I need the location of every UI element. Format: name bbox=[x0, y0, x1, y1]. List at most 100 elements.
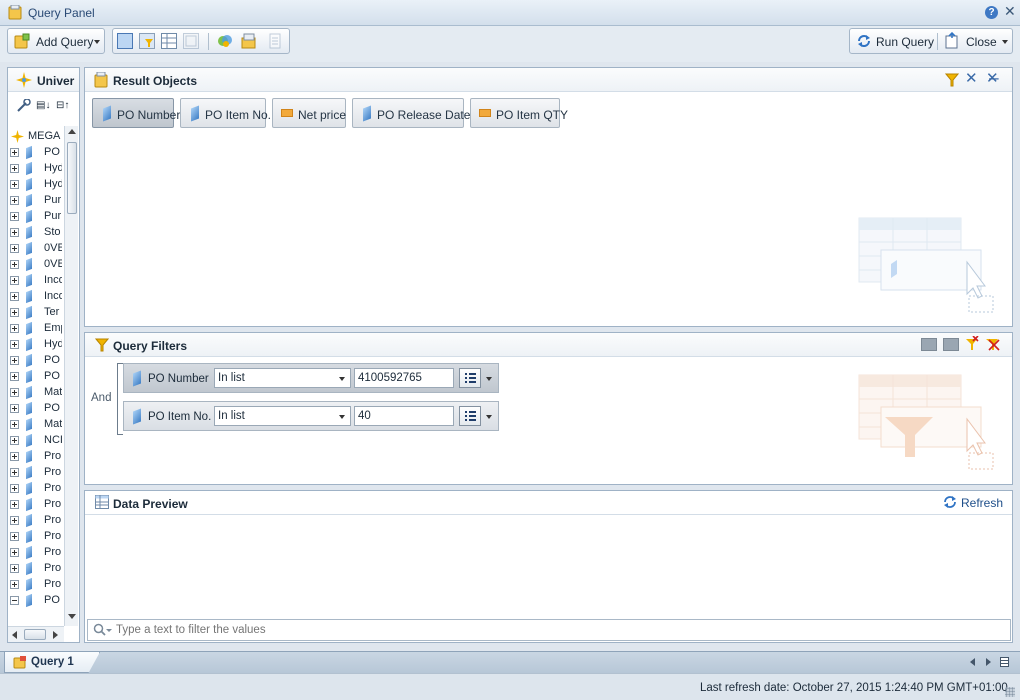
expand-toggle-icon[interactable] bbox=[10, 388, 19, 397]
chevron-down-icon[interactable] bbox=[486, 377, 492, 381]
tree-vertical-scrollbar[interactable] bbox=[64, 126, 78, 626]
tree-item[interactable]: Inco bbox=[8, 288, 62, 304]
run-query-button[interactable]: Run Query bbox=[850, 29, 936, 53]
expand-toggle-icon[interactable] bbox=[10, 356, 19, 365]
expand-toggle-icon[interactable] bbox=[10, 404, 19, 413]
tree-item[interactable]: Emp bbox=[8, 320, 62, 336]
and-operator-label[interactable]: And bbox=[91, 392, 111, 404]
tab-list-icon[interactable] bbox=[1000, 657, 1009, 667]
hscroll-thumb[interactable] bbox=[24, 629, 46, 640]
tree-item[interactable]: Pro bbox=[8, 512, 62, 528]
combined-query-icon[interactable] bbox=[217, 33, 233, 49]
expand-toggle-icon[interactable] bbox=[10, 244, 19, 253]
expand-toggle-icon[interactable] bbox=[10, 532, 19, 541]
expand-toggle-icon[interactable] bbox=[10, 436, 19, 445]
tab-scroll-left-icon[interactable] bbox=[970, 658, 975, 666]
preview-filter-box[interactable] bbox=[87, 619, 1011, 641]
tree-item[interactable]: NCI bbox=[8, 432, 62, 448]
expand-toggle-icon[interactable] bbox=[10, 468, 19, 477]
scrollbar-thumb[interactable] bbox=[67, 142, 77, 214]
tree-item[interactable]: 0VE bbox=[8, 256, 62, 272]
expand-toggle-icon[interactable] bbox=[10, 276, 19, 285]
scope-view-icon[interactable] bbox=[183, 33, 199, 49]
tree-item[interactable]: Pro bbox=[8, 576, 62, 592]
result-object[interactable]: PO Release Date bbox=[352, 98, 470, 128]
expand-collapse-icon[interactable]: ⊟↑ bbox=[56, 100, 72, 112]
expand-toggle-icon[interactable] bbox=[10, 516, 19, 525]
tab-scroll-right-icon[interactable] bbox=[986, 658, 991, 666]
scroll-up-arrow-icon[interactable] bbox=[68, 129, 76, 134]
expand-toggle-icon[interactable] bbox=[10, 292, 19, 301]
expand-toggle-icon[interactable] bbox=[10, 340, 19, 349]
tree-item[interactable]: Hyd bbox=[8, 176, 62, 192]
expand-toggle-icon[interactable] bbox=[10, 452, 19, 461]
remove-filter-icon[interactable] bbox=[965, 335, 979, 352]
result-object[interactable]: PO Item QTY bbox=[470, 98, 568, 128]
tree-item[interactable]: Pur bbox=[8, 192, 62, 208]
tree-item[interactable]: Hyd bbox=[8, 336, 62, 352]
expand-toggle-icon[interactable] bbox=[10, 164, 19, 173]
tree-item[interactable]: Pro bbox=[8, 448, 62, 464]
expand-toggle-icon[interactable] bbox=[10, 228, 19, 237]
expand-toggle-icon[interactable] bbox=[10, 580, 19, 589]
filter-value-field[interactable]: 4100592765 bbox=[354, 368, 454, 388]
expand-toggle-icon[interactable] bbox=[10, 500, 19, 509]
tree-item[interactable]: Pro bbox=[8, 544, 62, 560]
tree-item[interactable]: Sto bbox=[8, 224, 62, 240]
tree-item[interactable]: Pur bbox=[8, 208, 62, 224]
expand-toggle-icon[interactable] bbox=[10, 180, 19, 189]
expand-toggle-icon[interactable] bbox=[10, 196, 19, 205]
expand-toggle-icon[interactable] bbox=[10, 148, 19, 157]
collapse-toggle-icon[interactable] bbox=[10, 596, 19, 605]
tree-item[interactable]: 0VE bbox=[8, 240, 62, 256]
tree-item[interactable]: Pro bbox=[8, 560, 62, 576]
filter-operator-select[interactable]: In list bbox=[214, 368, 351, 388]
value-list-button[interactable] bbox=[459, 368, 481, 388]
remove-all-icon[interactable]: ✕̶ bbox=[986, 71, 1002, 87]
add-query-button[interactable]: Add Query bbox=[7, 28, 105, 54]
tree-root[interactable]: MEGA bbox=[8, 128, 64, 144]
filter-row[interactable]: PO Number In list 4100592765 bbox=[123, 363, 499, 393]
tree-item[interactable]: PO bbox=[8, 368, 62, 384]
query-properties-icon[interactable] bbox=[241, 33, 257, 49]
remove-all-filters-icon[interactable] bbox=[985, 336, 1001, 352]
query-filters-view-icon[interactable] bbox=[139, 33, 155, 49]
tree-item[interactable]: Hyd bbox=[8, 160, 62, 176]
scroll-left-arrow-icon[interactable] bbox=[12, 631, 17, 639]
scroll-down-arrow-icon[interactable] bbox=[68, 614, 76, 619]
query-tab[interactable]: Query 1 bbox=[4, 652, 100, 673]
expand-toggle-icon[interactable] bbox=[10, 324, 19, 333]
result-objects-view-icon[interactable] bbox=[117, 33, 133, 49]
result-object[interactable]: PO Item No. bbox=[180, 98, 271, 128]
close-window-icon[interactable]: ✕ bbox=[1004, 4, 1016, 18]
tree-item[interactable]: Ter bbox=[8, 304, 62, 320]
tree-item[interactable]: PO bbox=[8, 592, 62, 608]
add-predefined-filter-icon[interactable] bbox=[921, 338, 937, 351]
tree-item[interactable]: Pro bbox=[8, 464, 62, 480]
tree-item[interactable]: Inco bbox=[8, 272, 62, 288]
expand-toggle-icon[interactable] bbox=[10, 420, 19, 429]
tree-item[interactable]: Pro bbox=[8, 480, 62, 496]
preview-filter-input[interactable] bbox=[114, 622, 994, 638]
table-view-icon[interactable] bbox=[161, 33, 177, 49]
filter-value-field[interactable]: 40 bbox=[354, 406, 454, 426]
filter-operator-select[interactable]: In list bbox=[214, 406, 351, 426]
add-subquery-icon[interactable] bbox=[943, 338, 959, 351]
expand-toggle-icon[interactable] bbox=[10, 484, 19, 493]
result-object[interactable]: PO Number bbox=[92, 98, 180, 128]
sql-viewer-icon[interactable] bbox=[267, 33, 283, 49]
tree-item[interactable]: PO bbox=[8, 400, 62, 416]
tree-horizontal-scrollbar[interactable] bbox=[8, 626, 64, 642]
expand-toggle-icon[interactable] bbox=[10, 548, 19, 557]
result-object[interactable]: Net price bbox=[272, 98, 346, 128]
tree-item[interactable]: Mat bbox=[8, 416, 62, 432]
filter-icon[interactable] bbox=[944, 73, 960, 87]
tree-item[interactable]: PO bbox=[8, 352, 62, 368]
filter-row[interactable]: PO Item No. In list 40 bbox=[123, 401, 499, 431]
expand-toggle-icon[interactable] bbox=[10, 564, 19, 573]
tools-icon[interactable] bbox=[16, 98, 32, 113]
expand-toggle-icon[interactable] bbox=[10, 260, 19, 269]
expand-toggle-icon[interactable] bbox=[10, 372, 19, 381]
tree-item[interactable]: Pro bbox=[8, 496, 62, 512]
sort-icon[interactable]: ▤↓ bbox=[36, 100, 52, 112]
